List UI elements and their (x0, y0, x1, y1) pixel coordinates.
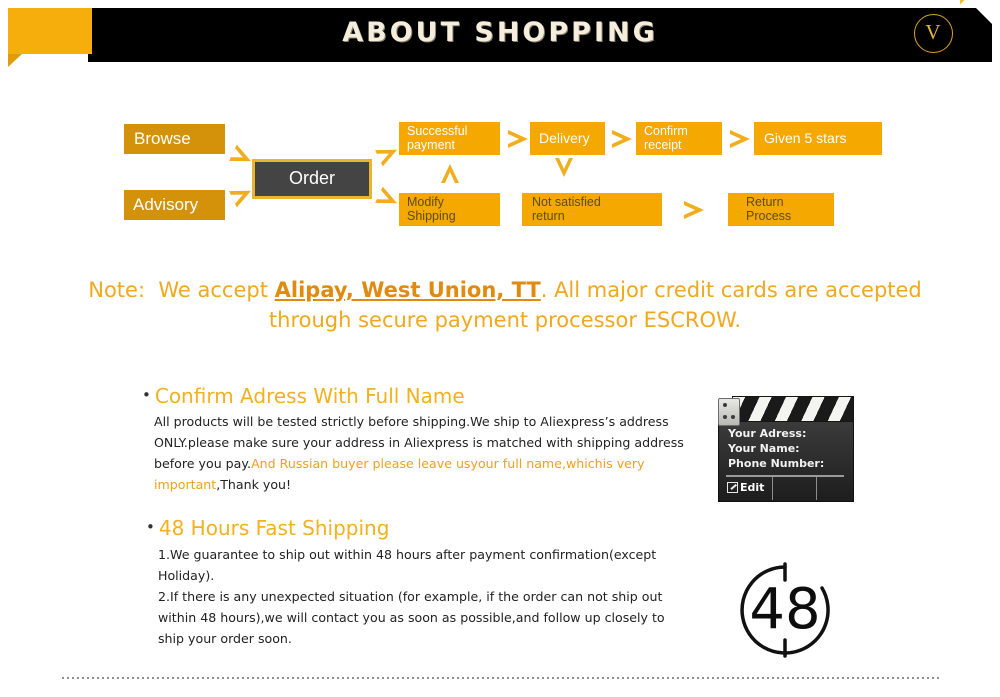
flow-node-label: Successful payment (407, 124, 468, 152)
flow-node-modify-shipping: Modify Shipping (399, 193, 500, 226)
flow-node-return-process: Return Process (728, 193, 834, 226)
svg-text:48: 48 (749, 577, 820, 642)
body-line-1: 1.We guarantee to ship out within 48 hou… (158, 547, 657, 583)
clapperboard-hinge-icon (718, 398, 740, 426)
circle-v-logo-icon: V (914, 14, 953, 53)
accepted-payments: Alipay, West Union, TT (274, 278, 541, 302)
arrow-right-icon (508, 130, 528, 148)
flow-node-label: Advisory (133, 194, 199, 214)
arrow-right-icon (684, 201, 704, 219)
flow-node-delivery: Delivery (530, 122, 605, 155)
clapperboard-icon: Your Adress: Your Name: Phone Number: Ed… (718, 396, 854, 502)
clapperboard-fields: Your Adress: Your Name: Phone Number: (728, 426, 824, 471)
48-hours-clock-icon: 48 (733, 560, 837, 660)
body-line-2: 2.If there is any unexpected situation (… (158, 589, 665, 646)
edit-pencil-icon (727, 482, 738, 493)
bullet-icon: • (142, 386, 151, 404)
clapperboard-rule (726, 475, 844, 477)
flow-node-not-satisfied-return: Not satisfied return (522, 193, 662, 226)
flow-node-label: Modify Shipping (407, 195, 456, 223)
payment-note: Note: We accept Alipay, West Union, TT. … (80, 275, 930, 335)
shopping-process-flowchart: Browse Advisory Order Successful payment… (0, 112, 1000, 232)
note-label: Note: (88, 278, 146, 302)
arrow-right-icon (375, 141, 401, 167)
section-heading-text: Confirm Adress With Full Name (154, 384, 465, 408)
edit-button[interactable]: Edit (727, 481, 764, 494)
flow-node-advisory: Advisory (124, 190, 225, 220)
flow-node-successful-payment: Successful payment (399, 122, 500, 155)
flow-node-label: Return Process (746, 195, 792, 223)
flow-node-order: Order (252, 159, 372, 199)
diagonal-stripes-icon (960, 0, 1000, 40)
field-phone-number: Phone Number: (728, 457, 825, 470)
clapperboard-divider (772, 477, 773, 500)
flow-node-label: Confirm receipt (644, 124, 688, 152)
edit-label: Edit (740, 481, 765, 494)
bullet-icon: • (146, 518, 155, 536)
page-header: ABOUT SHOPPING V (0, 0, 1000, 67)
section-heading-confirm-address: • Confirm Adress With Full Name (142, 383, 465, 408)
logo-letter: V (925, 20, 941, 44)
clapperboard-stripes-icon (732, 396, 854, 422)
section-body-confirm-address: All products will be tested strictly bef… (154, 411, 689, 495)
flow-node-label: Not satisfied return (532, 195, 601, 223)
section-heading-48-hours: • 48 Hours Fast Shipping (146, 515, 389, 540)
arrow-right-icon (730, 130, 750, 148)
flow-node-label: Order (288, 168, 335, 189)
arrow-right-icon (612, 130, 632, 148)
body-text-thanks: ,Thank you! (216, 477, 292, 492)
flow-node-confirm-receipt: Confirm receipt (636, 122, 722, 155)
section-body-48-hours: 1.We guarantee to ship out within 48 hou… (158, 544, 693, 649)
flow-node-label: Browse (134, 128, 191, 148)
section-heading-text: 48 Hours Fast Shipping (158, 516, 390, 540)
note-before-text: We accept (158, 278, 268, 302)
arrow-up-icon (441, 164, 459, 183)
arrow-right-icon (229, 182, 255, 208)
page-title: ABOUT SHOPPING (342, 17, 658, 48)
flow-node-label: Delivery (539, 129, 590, 146)
dotted-divider-icon (62, 677, 940, 679)
flow-node-label: Given 5 stars (764, 129, 847, 146)
arrow-down-icon (555, 158, 573, 177)
flow-node-given-5-stars: Given 5 stars (754, 122, 882, 155)
clapperboard-divider (816, 477, 817, 500)
flow-node-browse: Browse (124, 124, 225, 154)
field-your-address: Your Adress: (728, 427, 807, 440)
yellow-speech-tab-tail-icon (8, 54, 22, 67)
arrow-right-icon (229, 144, 255, 170)
field-your-name: Your Name: (728, 442, 800, 455)
arrow-right-icon (375, 186, 401, 212)
